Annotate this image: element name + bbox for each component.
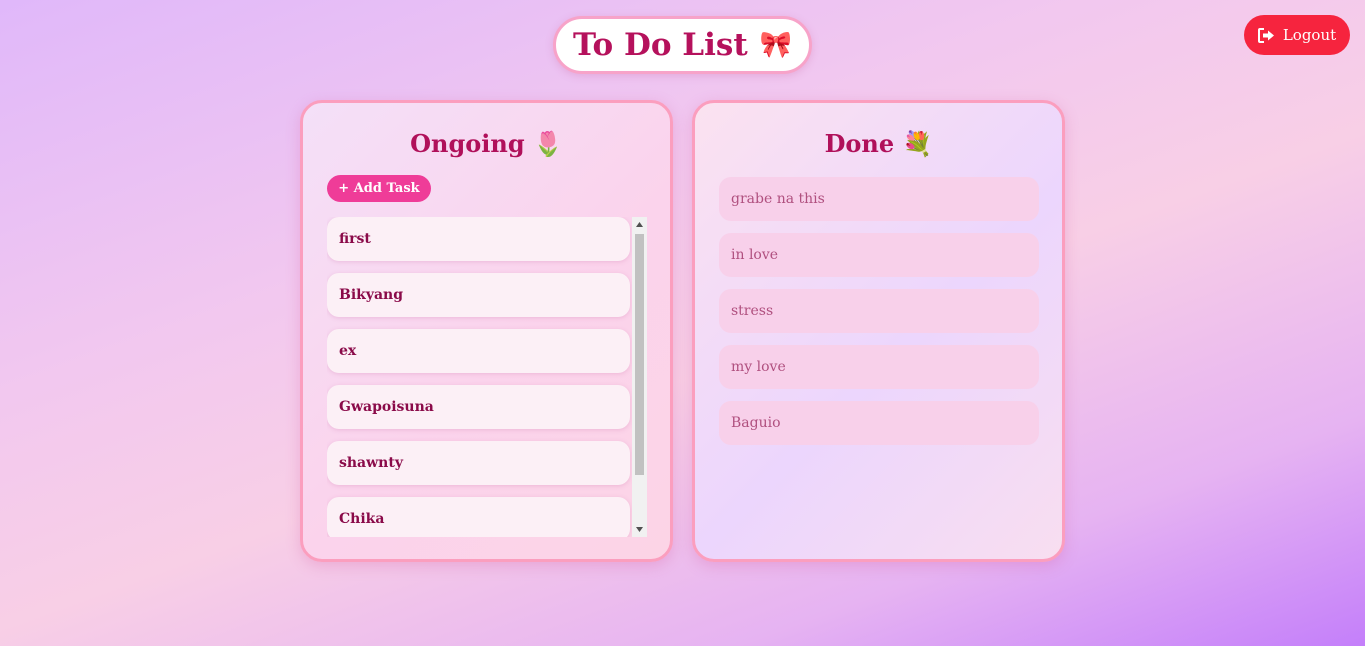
ongoing-card: Ongoing 🌷 + Add Task first Bikyang ex Gw… xyxy=(300,100,673,562)
logout-icon xyxy=(1257,27,1275,43)
done-card: Done 💐 grabe na this in love stress my l… xyxy=(692,100,1065,562)
done-title-text: Done xyxy=(824,129,895,158)
tulip-icon: 🌷 xyxy=(532,129,563,158)
ongoing-task-item[interactable]: Chika xyxy=(327,497,630,537)
logout-label: Logout xyxy=(1282,26,1337,44)
bouquet-icon: 💐 xyxy=(902,129,933,158)
task-list-scrollbar[interactable] xyxy=(632,217,647,537)
ongoing-task-item[interactable]: shawnty xyxy=(327,441,630,485)
done-task-item[interactable]: grabe na this xyxy=(719,177,1039,221)
ongoing-title: Ongoing 🌷 xyxy=(303,129,670,158)
page-title: To Do List xyxy=(572,27,748,63)
ongoing-task-item[interactable]: Gwapoisuna xyxy=(327,385,630,429)
ongoing-task-item[interactable]: ex xyxy=(327,329,630,373)
logout-button[interactable]: Logout xyxy=(1244,15,1350,55)
done-task-item[interactable]: my love xyxy=(719,345,1039,389)
done-task-item[interactable]: in love xyxy=(719,233,1039,277)
done-task-item[interactable]: Baguio xyxy=(719,401,1039,445)
scrollbar-thumb[interactable] xyxy=(635,234,644,475)
ribbon-icon: 🎀 xyxy=(759,30,793,60)
ongoing-task-item[interactable]: first xyxy=(327,217,630,261)
add-task-button[interactable]: + Add Task xyxy=(327,175,431,202)
page-title-pill: To Do List 🎀 xyxy=(553,16,812,74)
done-task-item[interactable]: stress xyxy=(719,289,1039,333)
scroll-down-arrow-icon[interactable] xyxy=(632,522,647,537)
scroll-up-arrow-icon[interactable] xyxy=(632,217,647,232)
ongoing-task-item[interactable]: Bikyang xyxy=(327,273,630,317)
done-title: Done 💐 xyxy=(695,129,1062,158)
ongoing-title-text: Ongoing xyxy=(410,129,525,158)
ongoing-task-list[interactable]: first Bikyang ex Gwapoisuna shawnty Chik… xyxy=(327,217,647,537)
